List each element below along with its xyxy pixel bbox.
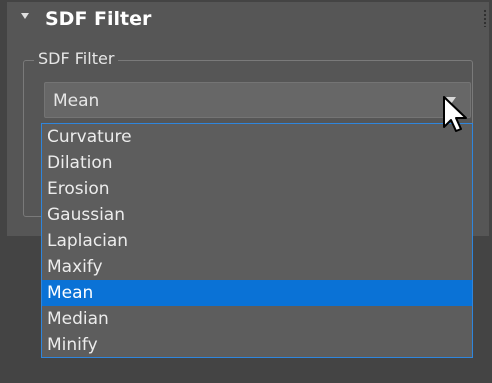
rollout-title: SDF Filter — [45, 8, 152, 30]
dropdown-option-median[interactable]: Median — [42, 306, 472, 332]
grip-icon[interactable] — [483, 9, 487, 27]
dropdown-option-mean[interactable]: Mean — [42, 280, 472, 306]
dropdown-option-gaussian[interactable]: Gaussian — [42, 202, 472, 228]
dropdown-option-erosion[interactable]: Erosion — [42, 176, 472, 202]
dropdown-option-minify[interactable]: Minify — [42, 332, 472, 358]
dropdown-selected-value: Mean — [53, 91, 100, 111]
dropdown-option-maxify[interactable]: Maxify — [42, 254, 472, 280]
dropdown-options-list: Curvature Dilation Erosion Gaussian Lapl… — [41, 123, 473, 358]
dropdown-option-laplacian[interactable]: Laplacian — [42, 228, 472, 254]
filter-type-dropdown[interactable]: Mean — [44, 82, 471, 118]
collapse-triangle-icon[interactable] — [21, 13, 29, 19]
group-label: SDF Filter — [34, 47, 119, 71]
rollout-header[interactable]: SDF Filter — [7, 2, 489, 36]
dropdown-option-dilation[interactable]: Dilation — [42, 150, 472, 176]
mouse-cursor-icon — [443, 96, 467, 132]
dropdown-option-curvature[interactable]: Curvature — [42, 124, 472, 150]
